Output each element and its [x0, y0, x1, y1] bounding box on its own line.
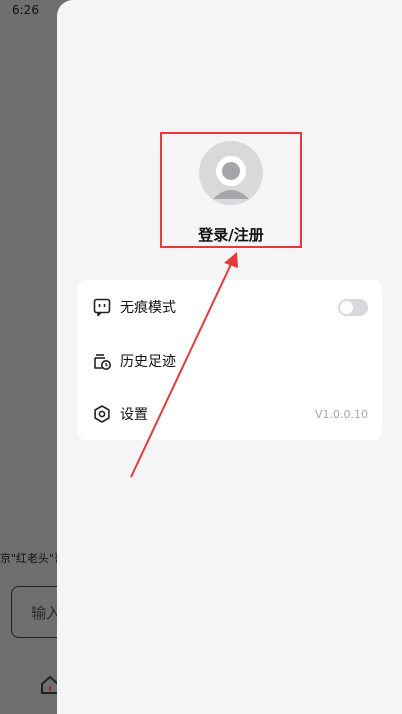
incognito-icon: [93, 298, 111, 317]
menu-item-incognito[interactable]: 无痕模式: [77, 287, 382, 327]
menu-card: 无痕模式 历史足迹 设置 V1.0.0.10: [77, 280, 382, 440]
incognito-label: 无痕模式: [120, 300, 176, 316]
incognito-toggle[interactable]: [338, 298, 368, 316]
avatar-icon[interactable]: [199, 141, 263, 205]
side-drawer: 登录/注册 无痕模式 历史足迹 设置 V1.0.0.10: [57, 0, 402, 714]
settings-label: 设置: [120, 407, 148, 423]
menu-item-history[interactable]: 历史足迹: [77, 341, 382, 381]
history-label: 历史足迹: [120, 354, 176, 370]
history-icon: [94, 354, 111, 370]
status-time: 6:26: [12, 3, 39, 17]
toggle-knob: [340, 300, 353, 314]
login-register-link[interactable]: 登录/注册: [162, 224, 300, 245]
background-text: 京"红老头"哥: [0, 552, 60, 565]
menu-item-settings[interactable]: 设置 V1.0.0.10: [77, 394, 382, 434]
gear-icon: [94, 405, 110, 423]
login-highlight-box[interactable]: 登录/注册: [160, 132, 302, 248]
app-version: V1.0.0.10: [314, 407, 368, 421]
screen: 6:26 京"红老头"哥 输入 登录/注册 无痕模式 历史足迹 设置 V1.0.…: [0, 0, 402, 714]
